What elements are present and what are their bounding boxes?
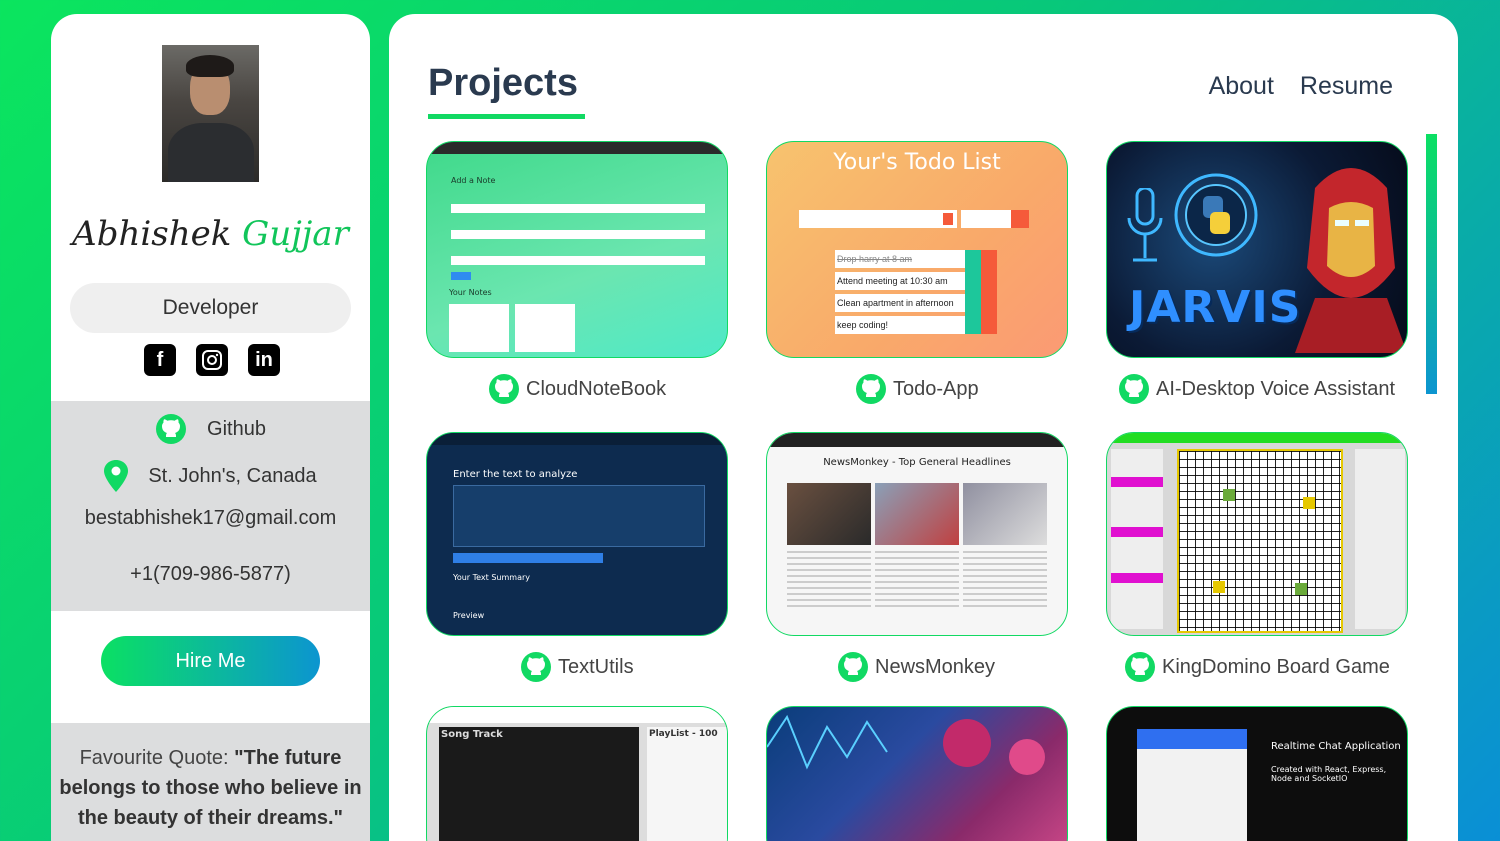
thumb-text-2: Your Text Summary xyxy=(453,573,531,582)
project-name: Todo-App xyxy=(893,377,979,400)
phone-row: +1(709-986-5877) xyxy=(51,563,370,586)
github-icon xyxy=(1125,652,1155,682)
last-name: Gujjar xyxy=(242,214,349,254)
project-link-jarvis[interactable]: AI-Desktop Voice Assistant xyxy=(1118,373,1395,405)
project-link-cloudnotebook[interactable]: CloudNoteBook xyxy=(488,373,666,405)
thumb-text: Add a Note xyxy=(451,176,496,185)
nav-resume[interactable]: Resume xyxy=(1300,72,1393,101)
location-text: St. John's, Canada xyxy=(148,464,317,487)
phone-text: +1(709-986-5877) xyxy=(130,563,291,585)
project-name: NewsMonkey xyxy=(875,655,996,678)
thumb-text-2: Created with React, Express, Node and So… xyxy=(1271,765,1387,783)
profile-sidebar: Abhishek Gujjar Developer f in Github St… xyxy=(51,14,370,841)
location-pin-icon xyxy=(104,460,129,492)
thumb-text: Enter the text to analyze xyxy=(453,469,578,480)
thumb-text-3: Preview xyxy=(453,611,485,620)
contact-panel: Github St. John's, Canada bestabhishek17… xyxy=(51,401,370,611)
thumb-text: NewsMonkey - Top General Headlines xyxy=(823,457,1011,468)
avatar xyxy=(162,45,259,182)
favourite-quote: Favourite Quote: "The future belongs to … xyxy=(51,723,370,841)
github-icon xyxy=(856,374,886,404)
facebook-icon[interactable]: f xyxy=(144,344,176,376)
top-nav: About Resume xyxy=(1209,72,1393,101)
first-name: Abhishek xyxy=(72,214,232,254)
project-name: CloudNoteBook xyxy=(526,377,667,400)
project-card-jarvis[interactable]: JARVIS xyxy=(1106,141,1408,358)
scrollbar[interactable] xyxy=(1426,134,1437,394)
thumb-text: Your's Todo List xyxy=(833,150,1001,175)
project-name: KingDomino Board Game xyxy=(1162,655,1390,678)
project-card-textutils[interactable]: Enter the text to analyze Your Text Summ… xyxy=(426,432,728,636)
github-link[interactable]: Github xyxy=(51,413,370,445)
linkedin-icon[interactable]: in xyxy=(248,344,280,376)
github-icon xyxy=(838,652,868,682)
project-card-covid[interactable] xyxy=(766,706,1068,841)
thumb-text-2: Your Notes xyxy=(449,288,492,297)
project-card-todo[interactable]: Your's Todo List Drop harry at 8 am Atte… xyxy=(766,141,1068,358)
location-row: St. John's, Canada xyxy=(51,460,370,492)
instagram-icon[interactable] xyxy=(196,344,228,376)
project-name: TextUtils xyxy=(558,655,634,678)
role-badge: Developer xyxy=(70,283,351,333)
thumb-text: Realtime Chat Application xyxy=(1271,741,1401,752)
project-card-kingdomino[interactable] xyxy=(1106,432,1408,636)
github-icon xyxy=(489,374,519,404)
project-card-newsmonkey[interactable]: NewsMonkey - Top General Headlines xyxy=(766,432,1068,636)
github-icon xyxy=(1119,374,1149,404)
title-underline xyxy=(428,114,585,119)
project-card-cloudnotebook[interactable]: Add a Note Your Notes xyxy=(426,141,728,358)
hire-me-button[interactable]: Hire Me xyxy=(101,636,320,686)
github-icon xyxy=(521,652,551,682)
thumb-text: JARVIS xyxy=(1129,282,1302,333)
github-icon xyxy=(156,414,187,444)
thumb-text-2: PlayList - 100 xyxy=(649,729,718,739)
projects-panel: Projects About Resume Add a Note Your No… xyxy=(389,14,1458,841)
nav-about[interactable]: About xyxy=(1209,72,1274,101)
page-title: Projects xyxy=(428,62,578,104)
social-links: f in xyxy=(144,344,280,376)
quote-label: Favourite Quote: xyxy=(79,747,235,769)
project-link-textutils[interactable]: TextUtils xyxy=(520,651,634,683)
project-name: AI-Desktop Voice Assistant xyxy=(1156,377,1396,400)
project-link-kingdomino[interactable]: KingDomino Board Game xyxy=(1124,651,1390,683)
thumb-text: Song Track xyxy=(441,729,503,740)
profile-name: Abhishek Gujjar xyxy=(51,214,370,254)
project-card-chat-app[interactable]: Realtime Chat Application Created with R… xyxy=(1106,706,1408,841)
project-link-newsmonkey[interactable]: NewsMonkey xyxy=(837,651,995,683)
github-label: Github xyxy=(207,417,266,440)
email-text: bestabhishek17@gmail.com xyxy=(84,507,337,529)
project-link-todo[interactable]: Todo-App xyxy=(855,373,979,405)
email-row: bestabhishek17@gmail.com xyxy=(51,507,370,530)
project-card-music-player[interactable]: Song Track PlayList - 100 xyxy=(426,706,728,841)
